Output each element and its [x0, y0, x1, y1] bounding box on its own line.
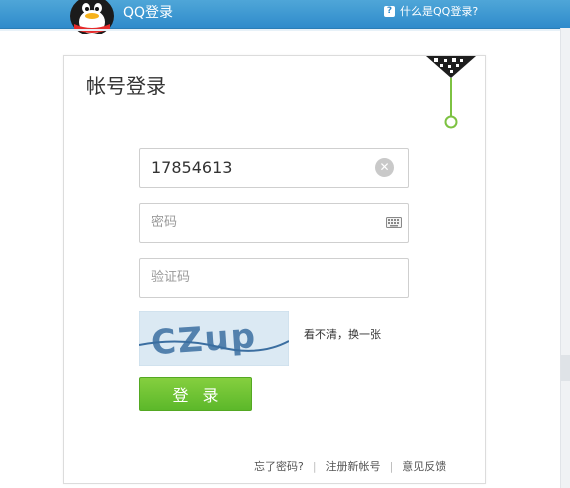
register-link[interactable]: 注册新帐号 [326, 458, 381, 474]
captcha-image[interactable]: CZup [139, 311, 289, 366]
password-input[interactable] [140, 204, 381, 240]
clear-icon[interactable]: ✕ [375, 158, 394, 177]
app-title: QQ登录 [123, 5, 174, 21]
account-input[interactable] [140, 149, 381, 185]
keyboard-icon[interactable] [386, 217, 402, 228]
captcha-input[interactable] [140, 259, 381, 295]
captcha-field[interactable] [139, 258, 409, 298]
divider: | [389, 459, 394, 473]
qr-code-icon[interactable] [426, 56, 476, 131]
refresh-captcha-link[interactable]: 看不清，换一张 [304, 326, 381, 342]
scrollbar-thumb[interactable] [561, 355, 570, 381]
password-field[interactable] [139, 203, 409, 243]
header-shadow [0, 29, 570, 31]
help-link-label: 什么是QQ登录? [400, 5, 479, 18]
header-bar: QQ登录 ? 什么是QQ登录? [0, 0, 570, 34]
captcha-text: CZup [150, 316, 259, 363]
account-field[interactable]: ✕ [139, 148, 409, 188]
help-link[interactable]: ? 什么是QQ登录? [384, 3, 478, 19]
forgot-password-link[interactable]: 忘了密码? [254, 458, 304, 474]
page-title: 帐号登录 [86, 74, 166, 98]
divider: | [312, 459, 317, 473]
question-icon: ? [384, 5, 395, 17]
scrollbar[interactable] [560, 28, 570, 488]
feedback-link[interactable]: 意见反馈 [402, 458, 446, 474]
login-button[interactable]: 登录 [139, 377, 252, 411]
login-panel: 帐号登录 ✕ [63, 55, 486, 484]
footer-links: 忘了密码? | 注册新帐号 | 意见反馈 [254, 458, 446, 474]
